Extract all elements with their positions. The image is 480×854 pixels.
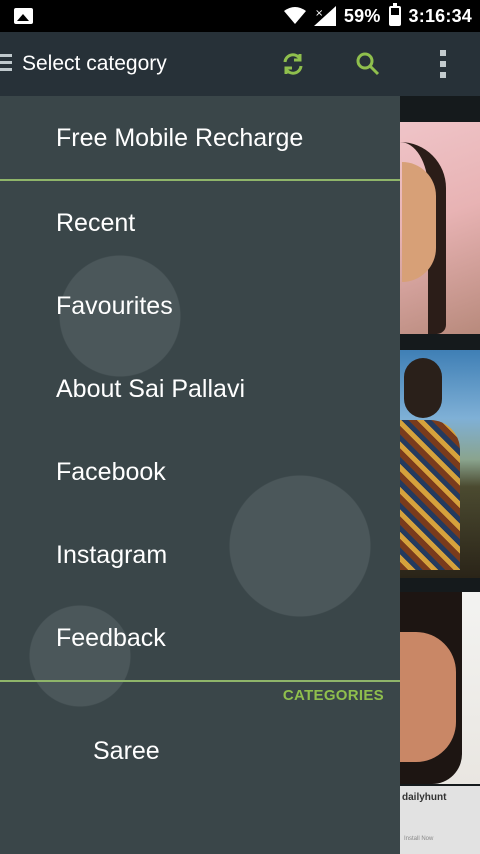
drawer-divider (0, 179, 400, 181)
drawer-item-recent[interactable]: Recent (0, 182, 400, 264)
search-button[interactable] (350, 46, 386, 82)
photo-gallery: dailyhunt Install Now (400, 96, 480, 854)
page-title[interactable]: Select category (22, 52, 167, 76)
status-icons: × 59% 3:16:34 (283, 0, 472, 32)
drawer-item-label: About Sai Pallavi (56, 374, 246, 403)
app-bar: Select category (0, 32, 480, 96)
drawer-item-label: Facebook (56, 457, 166, 486)
drawer-item-feedback[interactable]: Feedback (0, 597, 400, 679)
search-icon (356, 52, 380, 76)
ad-brand: dailyhunt (402, 792, 447, 803)
drawer-item-label: Feedback (56, 623, 166, 652)
refresh-icon (283, 53, 303, 75)
drawer-item-label: Recent (56, 208, 136, 237)
drawer-item-about[interactable]: About Sai Pallavi (0, 348, 400, 430)
refresh-button[interactable] (275, 46, 311, 82)
category-item-label: Saree (93, 736, 160, 765)
drawer-item-instagram[interactable]: Instagram (0, 514, 400, 596)
battery-icon (388, 3, 401, 26)
gallery-icon (14, 8, 33, 24)
drawer-item-free-mobile-recharge[interactable]: Free Mobile Recharge (0, 97, 400, 179)
drawer-item-facebook[interactable]: Facebook (0, 431, 400, 513)
photo-thumbnail[interactable] (400, 350, 480, 578)
battery-percentage: 59% (343, 5, 381, 26)
ad-sub: Install Now (404, 836, 434, 842)
drawer-item-label: Free Mobile Recharge (56, 123, 304, 152)
category-item-saree[interactable]: Saree (0, 718, 400, 784)
svg-text:×: × (315, 8, 323, 19)
signal-icon: × (313, 6, 336, 26)
overflow-menu-button[interactable] (425, 46, 461, 82)
photo-thumbnail[interactable] (400, 122, 480, 334)
photo-thumbnail[interactable] (400, 592, 480, 784)
drawer-item-favourites[interactable]: Favourites (0, 265, 400, 347)
wifi-icon (283, 7, 306, 24)
status-bar: × 59% 3:16:34 (0, 0, 480, 32)
drawer-divider (0, 680, 400, 682)
clock: 3:16:34 (408, 5, 472, 26)
drawer-item-label: Favourites (56, 291, 173, 320)
ad-banner[interactable]: dailyhunt Install Now (400, 786, 480, 854)
drawer-item-label: Instagram (56, 540, 168, 569)
categories-header: CATEGORIES (282, 687, 384, 704)
overflow-menu-icon (440, 50, 446, 78)
menu-icon[interactable] (0, 54, 12, 72)
navigation-drawer: Free Mobile Recharge Recent Favourites A… (0, 96, 400, 854)
